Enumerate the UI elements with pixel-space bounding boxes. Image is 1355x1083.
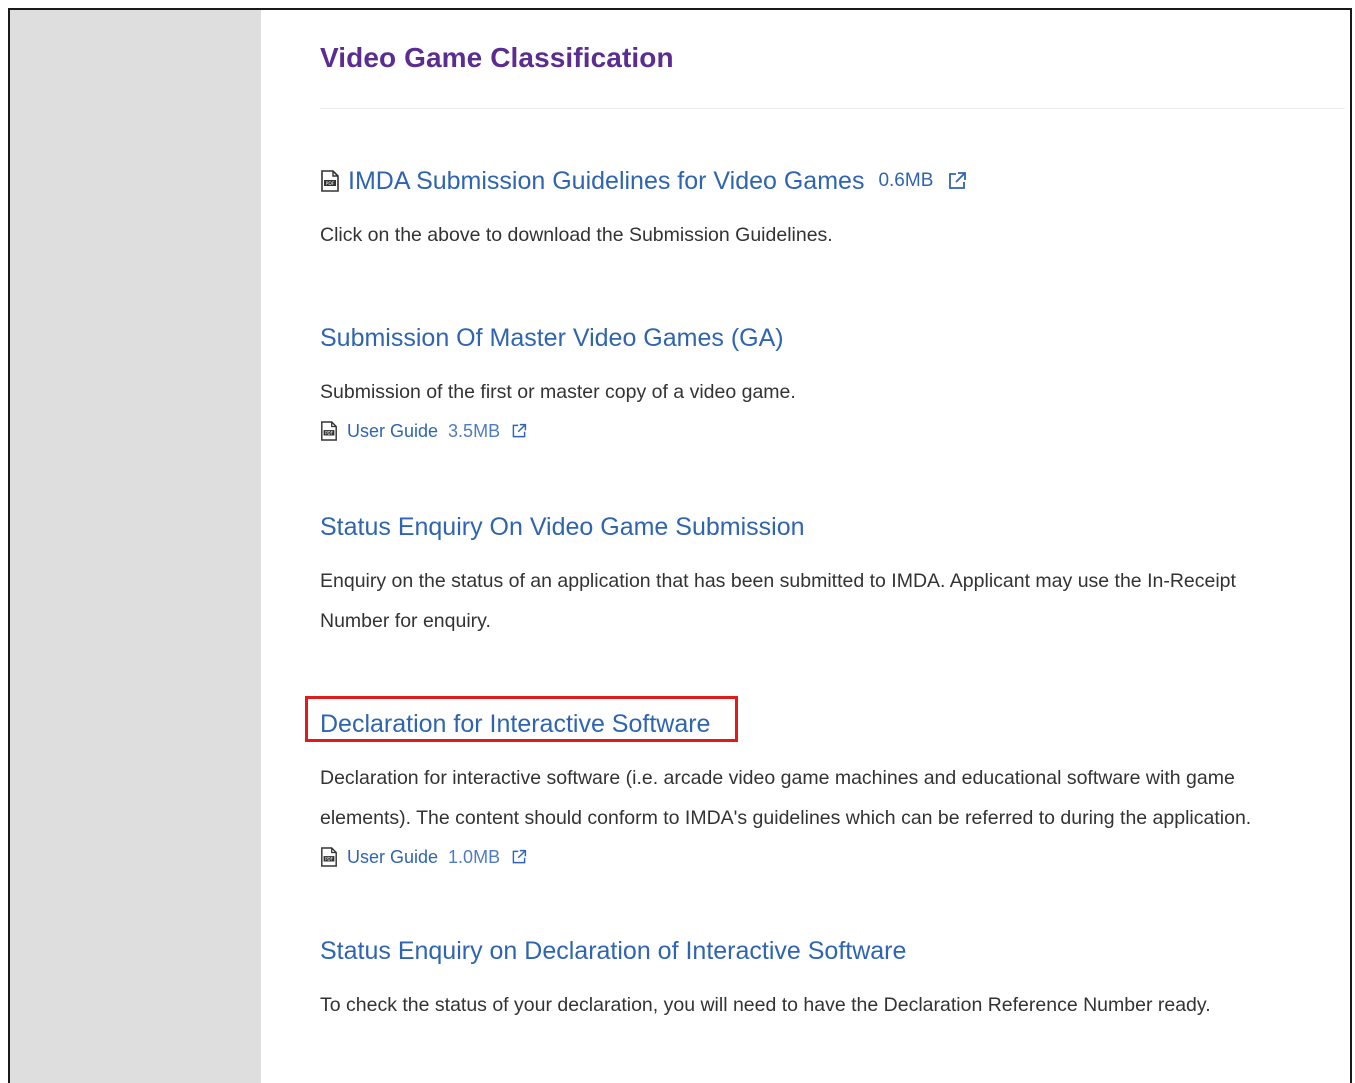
- main-content: Video Game Classification PDF IMDA Submi…: [320, 10, 1350, 1083]
- section-description-line-1: Declaration for interactive software (i.…: [320, 767, 1235, 789]
- section-status-enquiry-submission: Status Enquiry On Video Game Submission …: [320, 511, 1345, 641]
- pdf-file-icon: PDF: [321, 170, 339, 192]
- section-submission-guidelines: PDF IMDA Submission Guidelines for Video…: [320, 165, 1345, 255]
- master-video-games-link[interactable]: Submission Of Master Video Games (GA): [320, 323, 784, 353]
- section-description: Click on the above to download the Submi…: [320, 224, 833, 246]
- user-guide-link[interactable]: User Guide: [347, 421, 438, 442]
- section-description-line-2: Number for enquiry.: [320, 610, 491, 632]
- external-link-icon[interactable]: [511, 423, 527, 439]
- svg-text:PDF: PDF: [326, 181, 335, 187]
- section-description-line-2: elements). The content should conform to…: [320, 807, 1252, 829]
- status-enquiry-declaration-link[interactable]: Status Enquiry on Declaration of Interac…: [320, 936, 906, 966]
- user-guide-link[interactable]: User Guide: [347, 847, 438, 868]
- section-status-enquiry-declaration: Status Enquiry on Declaration of Interac…: [320, 935, 1345, 1025]
- left-sidebar: [10, 10, 261, 1083]
- section-description: To check the status of your declaration,…: [320, 994, 1211, 1016]
- pdf-file-icon: PDF: [321, 847, 337, 867]
- title-divider: [320, 108, 1345, 109]
- submission-guidelines-link[interactable]: IMDA Submission Guidelines for Video Gam…: [348, 166, 864, 196]
- file-size: 0.6MB: [878, 170, 934, 191]
- file-size: 1.0MB: [448, 846, 501, 867]
- section-description: Submission of the first or master copy o…: [320, 381, 796, 403]
- svg-text:PDF: PDF: [325, 857, 334, 862]
- svg-text:PDF: PDF: [325, 431, 334, 436]
- page-title: Video Game Classification: [320, 42, 674, 73]
- section-master-video-games: Submission Of Master Video Games (GA) Su…: [320, 322, 1345, 444]
- declaration-interactive-software-link[interactable]: Declaration for Interactive Software: [320, 709, 710, 739]
- pdf-file-icon: PDF: [321, 421, 337, 441]
- section-declaration-interactive-software: Declaration for Interactive Software Dec…: [320, 708, 1345, 870]
- external-link-icon[interactable]: [947, 171, 967, 191]
- status-enquiry-submission-link[interactable]: Status Enquiry On Video Game Submission: [320, 512, 805, 542]
- file-size: 3.5MB: [448, 420, 501, 441]
- page-frame: Video Game Classification PDF IMDA Submi…: [8, 8, 1352, 1083]
- external-link-icon[interactable]: [511, 849, 527, 865]
- section-description-line-1: Enquiry on the status of an application …: [320, 570, 1236, 592]
